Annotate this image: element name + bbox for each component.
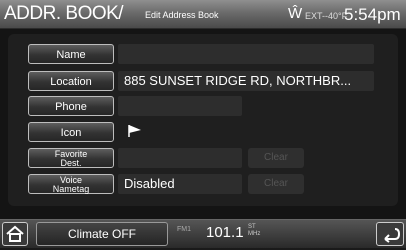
voice-nametag-button[interactable]: Voice Nametag xyxy=(28,174,114,194)
name-field[interactable] xyxy=(118,44,374,64)
favorite-dest-field[interactable] xyxy=(118,148,242,168)
location-field[interactable]: 885 SUNSET RIDGE RD, NORTHBR... xyxy=(118,71,374,91)
footer-bar: Climate OFF FM1 101.1 ST MHz xyxy=(0,219,406,248)
flag-icon xyxy=(128,125,141,137)
favorite-dest-clear-button[interactable]: Clear xyxy=(248,148,304,168)
home-button[interactable] xyxy=(2,222,28,246)
address-book-screen: ADDR. BOOK/ Edit Address Book Ŵ EXT--40°… xyxy=(0,0,406,248)
clock: 5:54pm xyxy=(344,5,401,24)
climate-button[interactable]: Climate OFF xyxy=(36,222,168,246)
radio-preset: FM1 xyxy=(177,226,191,233)
favorite-dest-button[interactable]: Favorite Dest. xyxy=(28,148,114,168)
page-subtitle: Edit Address Book xyxy=(145,10,219,20)
external-temperature: EXT--40°F xyxy=(305,11,348,21)
location-button[interactable]: Location xyxy=(28,71,114,91)
name-button[interactable]: Name xyxy=(28,44,114,64)
edit-panel: Name Location 885 SUNSET RIDGE RD, NORTH… xyxy=(8,34,398,206)
voice-nametag-label-line2: Nametag xyxy=(52,184,90,194)
home-icon xyxy=(6,225,24,242)
phone-field[interactable] xyxy=(118,96,242,116)
radio-mhz-label: MHz xyxy=(248,231,261,237)
voice-nametag-field[interactable]: Disabled xyxy=(118,174,242,194)
compass-icon: Ŵ xyxy=(288,5,303,22)
radio-st-label: ST xyxy=(248,224,256,230)
header-bar: ADDR. BOOK/ Edit Address Book Ŵ EXT--40°… xyxy=(0,0,406,29)
phone-button[interactable]: Phone xyxy=(28,96,114,116)
voice-nametag-clear-button[interactable]: Clear xyxy=(248,174,304,194)
back-icon xyxy=(384,228,401,243)
back-button[interactable] xyxy=(376,222,404,246)
radio-frequency[interactable]: 101.1 xyxy=(206,224,244,241)
page-title: ADDR. BOOK/ xyxy=(4,3,124,24)
icon-button[interactable]: Icon xyxy=(28,122,114,142)
favorite-dest-label-line2: Dest. xyxy=(60,158,82,168)
radio-stereo: ST MHz xyxy=(248,224,260,238)
